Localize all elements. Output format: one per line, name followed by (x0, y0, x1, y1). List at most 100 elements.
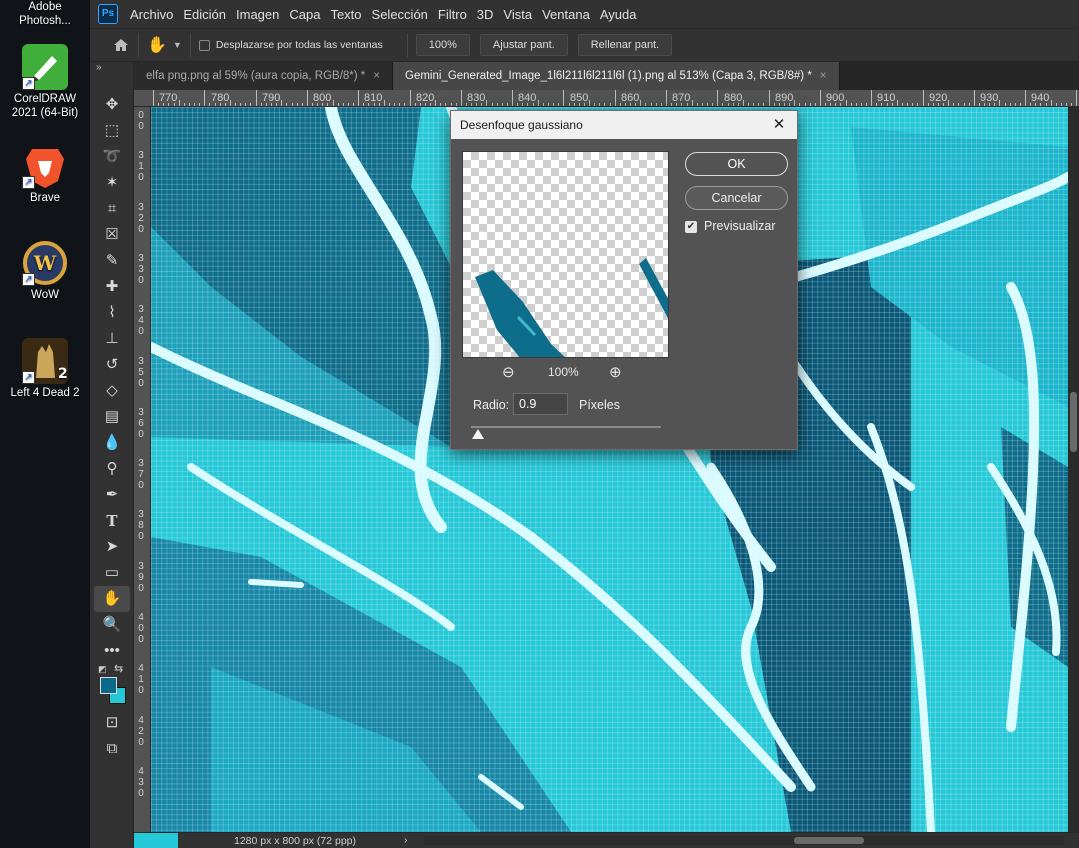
more-tools-icon[interactable]: ••• (94, 638, 130, 664)
ruler-tick (455, 103, 457, 106)
ruler-tick (276, 103, 278, 106)
ruler-tick (722, 103, 724, 106)
ruler-tick (260, 103, 262, 106)
menu-edicion[interactable]: Edición (183, 7, 226, 22)
path-selection-tool-icon[interactable]: ➤ (94, 534, 130, 560)
close-icon[interactable]: ✕ (769, 115, 789, 135)
foreground-color-swatch[interactable] (100, 677, 117, 694)
radius-slider-track[interactable] (471, 426, 661, 428)
panel-collapse-icon[interactable]: » (96, 62, 102, 73)
chevron-down-icon[interactable]: ▼ (173, 40, 182, 50)
menu-texto[interactable]: Texto (330, 7, 361, 22)
ruler-tick (855, 103, 857, 106)
eyedropper-tool-icon[interactable]: ✎ (94, 248, 130, 274)
preview-checkbox[interactable]: ✔ (685, 221, 697, 233)
ruler-tick (819, 90, 821, 106)
ruler-label: 3 0 0 (138, 107, 144, 132)
radius-input[interactable]: 0.9 (513, 393, 568, 415)
desktop-icon-wow[interactable]: W ↗ WoW (0, 240, 90, 302)
crop-tool-icon[interactable]: ⌗ (94, 196, 130, 222)
desktop-icon-coreldraw[interactable]: ↗ CorelDRAW 2021 (64-Bit) (0, 44, 90, 120)
menu-3d[interactable]: 3D (477, 7, 494, 22)
close-icon[interactable]: × (373, 70, 380, 82)
vertical-ruler: 3 0 0 3 1 0 3 2 0 3 3 0 3 4 0 3 5 0 3 6 0 3 7 0… (134, 107, 151, 832)
ruler-tick (568, 103, 570, 106)
ruler-tick (301, 103, 303, 106)
swap-colors-icon[interactable]: ⇆ (114, 662, 123, 675)
ruler-tick (783, 103, 785, 106)
desktop-label-coreldraw: CorelDRAW 2021 (64-Bit) (11, 93, 79, 119)
gradient-tool-icon[interactable]: ▤ (94, 404, 130, 430)
rectangle-tool-icon[interactable]: ▭ (94, 560, 130, 586)
blur-tool-icon[interactable]: 💧 (94, 430, 130, 456)
ruler-tick (635, 103, 637, 106)
hand-tool-icon[interactable]: ✋ (94, 586, 130, 612)
brush-tool-icon[interactable]: ⌇ (94, 300, 130, 326)
blur-preview[interactable] (462, 151, 669, 358)
ruler-tick (1045, 103, 1047, 106)
ok-button[interactable]: OK (685, 152, 788, 176)
status-menu-arrow-icon[interactable]: › (404, 834, 408, 846)
close-icon[interactable]: × (820, 70, 827, 82)
quick-mask-icon[interactable]: ⊡ (94, 710, 130, 736)
type-tool-icon[interactable]: T (94, 508, 130, 534)
menu-ayuda[interactable]: Ayuda (600, 7, 637, 22)
ruler-tick (286, 103, 288, 106)
history-brush-tool-icon[interactable]: ↺ (94, 352, 130, 378)
move-tool-icon[interactable]: ✥ (94, 92, 130, 118)
radius-slider-thumb[interactable] (472, 429, 484, 439)
hand-tool-preset-icon[interactable]: ✋ (147, 35, 167, 55)
zoom-in-icon[interactable]: ⊕ (609, 363, 622, 381)
menu-filtro[interactable]: Filtro (438, 7, 467, 22)
scroll-all-windows-checkbox[interactable] (198, 39, 210, 51)
dodge-tool-icon[interactable]: ⚲ (94, 456, 130, 482)
ruler-tick (491, 103, 493, 106)
ruler-tick (424, 103, 426, 106)
color-swatches[interactable]: ◩ ⇆ (94, 662, 130, 710)
clone-stamp-tool-icon[interactable]: ⊥ (94, 326, 130, 352)
ruler-tick (506, 103, 508, 106)
home-icon[interactable] (112, 36, 130, 54)
ruler-tick (717, 90, 719, 106)
frame-tool-icon[interactable]: ☒ (94, 222, 130, 248)
cancel-button[interactable]: Cancelar (685, 186, 788, 210)
menu-seleccion[interactable]: Selección (372, 7, 428, 22)
default-colors-icon[interactable]: ◩ (98, 664, 107, 675)
marquee-tool-icon[interactable]: ⬚ (94, 118, 130, 144)
zoom-100-button[interactable]: 100% (415, 34, 470, 56)
magic-wand-tool-icon[interactable]: ✶ (94, 170, 130, 196)
pen-tool-icon[interactable]: ✒ (94, 482, 130, 508)
tab-gemini[interactable]: Gemini_Generated_Image_1l6l211l6l211l6l … (393, 62, 840, 90)
vertical-scrollbar[interactable] (1068, 107, 1079, 832)
zoom-out-icon[interactable]: ⊖ (502, 363, 515, 381)
desktop-icon-brave[interactable]: ↗ Brave (0, 143, 90, 205)
menu-capa[interactable]: Capa (289, 7, 320, 22)
menu-ventana[interactable]: Ventana (542, 7, 590, 22)
ruler-label: 3 7 0 (138, 458, 144, 492)
menu-vista[interactable]: Vista (503, 7, 532, 22)
tab-elfa[interactable]: elfa png.png al 59% (aura copia, RGB/8*)… (134, 62, 393, 90)
eraser-tool-icon[interactable]: ◇ (94, 378, 130, 404)
ruler-tick (553, 103, 555, 106)
brave-lion-icon: ↗ (22, 143, 68, 189)
desktop-icon-photoshop[interactable]: Adobe Photosh... (0, 0, 90, 28)
fit-screen-button[interactable]: Ajustar pant. (479, 34, 568, 56)
zoom-tool-icon[interactable]: 🔍 (94, 612, 130, 638)
menu-archivo[interactable]: Archivo (130, 7, 173, 22)
ruler-tick (558, 103, 560, 106)
ruler-tick (368, 103, 370, 106)
preview-shapes (475, 230, 668, 357)
ruler-tick (589, 100, 591, 106)
options-bar: ✋ ▼ Desplazarse por todas las ventanas 1… (90, 28, 1079, 62)
dialog-titlebar[interactable]: Desenfoque gaussiano ✕ (451, 111, 797, 139)
lasso-tool-icon[interactable]: ➰ (94, 144, 130, 170)
vertical-scroll-thumb[interactable] (1070, 392, 1077, 452)
horizontal-scrollbar[interactable] (424, 836, 1064, 845)
healing-brush-tool-icon[interactable]: ✚ (94, 274, 130, 300)
menu-imagen[interactable]: Imagen (236, 7, 279, 22)
ruler-tick (881, 103, 883, 106)
fill-screen-button[interactable]: Rellenar pant. (577, 34, 673, 56)
screen-mode-icon[interactable]: ⧉ (94, 736, 130, 762)
horizontal-scroll-thumb[interactable] (794, 837, 864, 844)
desktop-icon-left4dead2[interactable]: 2 ↗ Left 4 Dead 2 (0, 338, 90, 400)
